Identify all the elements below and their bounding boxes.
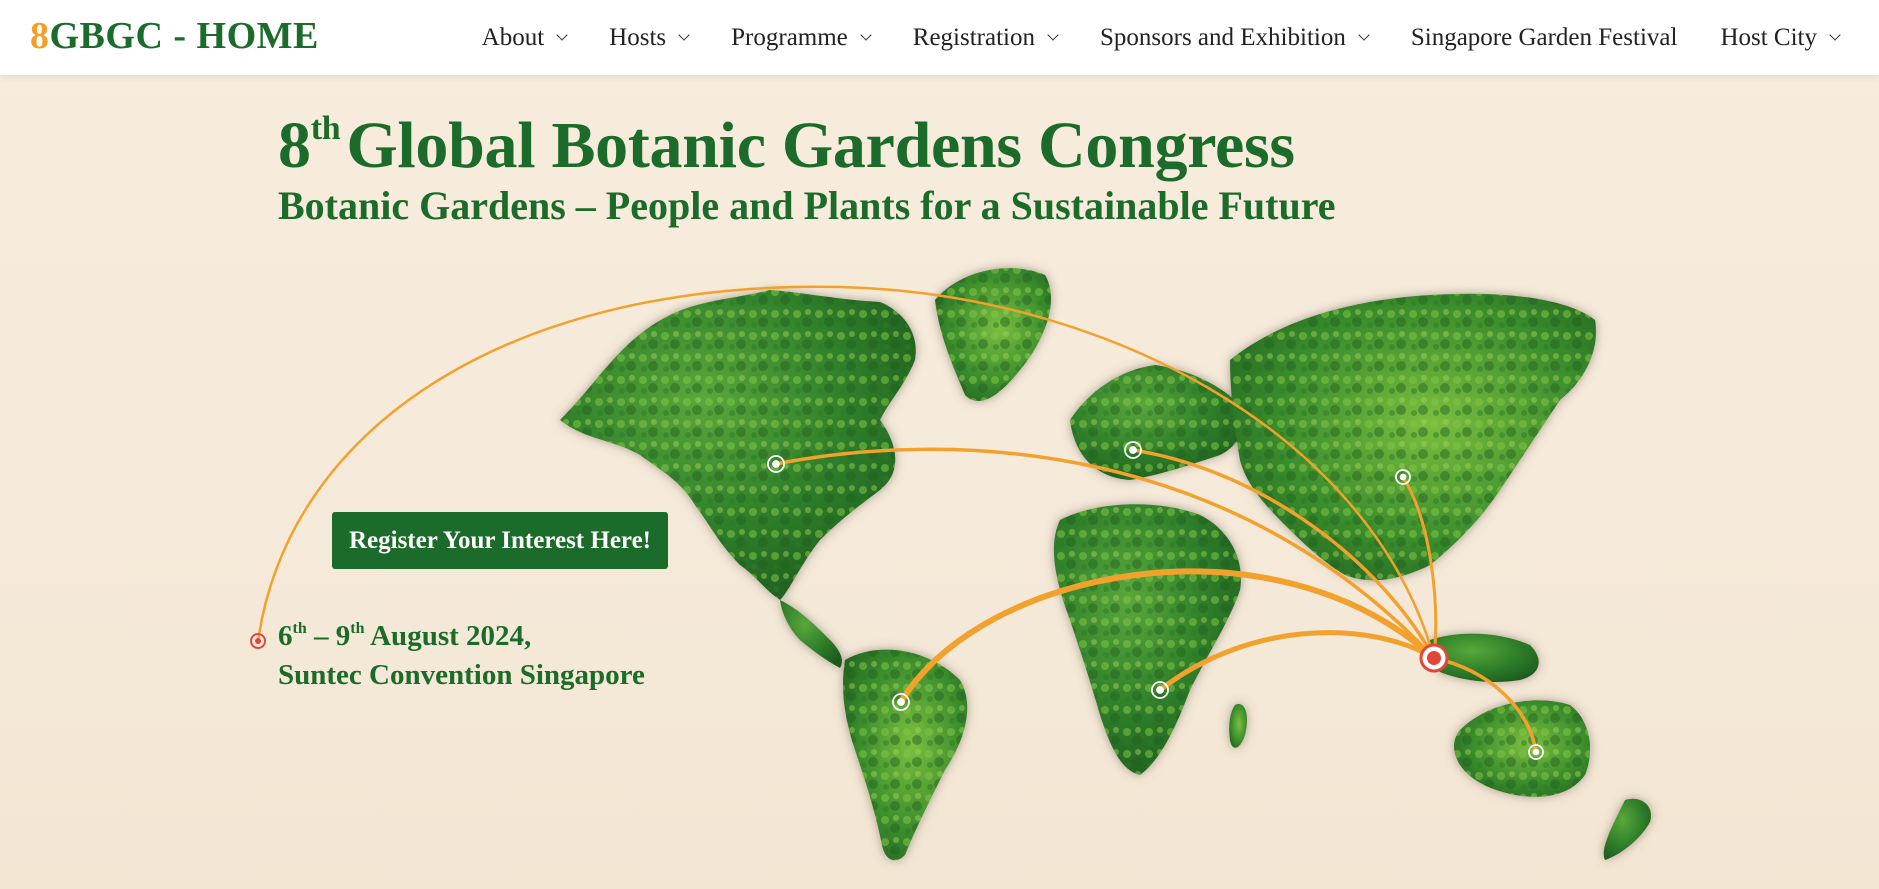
nav-item-label: Registration	[912, 23, 1035, 51]
nav-item-programme[interactable]: Programme	[731, 23, 872, 52]
world-map-illustration	[250, 268, 1651, 861]
brand-home-link[interactable]: 8GBGC - HOME	[30, 14, 319, 58]
nav-item-label: Sponsors and Exhibition	[1100, 23, 1346, 51]
nav-item-label: Singapore Garden Festival	[1410, 23, 1678, 51]
date-rest: August 2024,	[364, 620, 532, 652]
nav-item-registration[interactable]: Registration	[912, 23, 1059, 52]
register-interest-button[interactable]: Register Your Interest Here!	[332, 512, 668, 569]
nav-item-garden-festival[interactable]: Singapore Garden Festival	[1411, 24, 1678, 52]
location-marker-icon	[1419, 643, 1449, 673]
nav-item-host-city[interactable]: Host City	[1720, 23, 1841, 52]
date-start-suffix: th	[292, 620, 307, 637]
nav-item-label: Hosts	[609, 23, 667, 51]
date-separator: –	[306, 620, 336, 652]
nav-item-label: Host City	[1720, 23, 1817, 51]
date-start-day: 6	[278, 620, 293, 652]
date-end-day: 9	[335, 620, 351, 652]
nav-item-label: About	[481, 23, 545, 51]
nav-menu: About Hosts Programme Registration Spons…	[482, 0, 1879, 75]
nav-item-label: Programme	[731, 23, 848, 51]
date-end-suffix: th	[350, 620, 365, 637]
nav-item-hosts[interactable]: Hosts	[609, 23, 690, 52]
central-america-land	[780, 600, 842, 668]
new-zealand-land	[1603, 798, 1651, 860]
chevron-down-icon	[1829, 28, 1841, 41]
chevron-down-icon	[860, 28, 872, 41]
chevron-down-icon	[678, 28, 690, 41]
brand-text: GBGC - HOME	[49, 15, 319, 57]
nav-item-about[interactable]: About	[481, 23, 568, 52]
chevron-down-icon	[1047, 28, 1059, 41]
nav-item-sponsors[interactable]: Sponsors and Exhibition	[1100, 23, 1370, 52]
top-navbar: 8GBGC - HOME About Hosts Programme Regis…	[0, 0, 1879, 75]
event-date: 6th – 9th August 2024,	[278, 620, 531, 653]
madagascar-land	[1229, 704, 1247, 748]
brand-number: 8	[30, 15, 50, 57]
chevron-down-icon	[556, 28, 568, 41]
event-venue: Suntec Convention Singapore	[278, 659, 645, 691]
chevron-down-icon	[1358, 28, 1370, 41]
